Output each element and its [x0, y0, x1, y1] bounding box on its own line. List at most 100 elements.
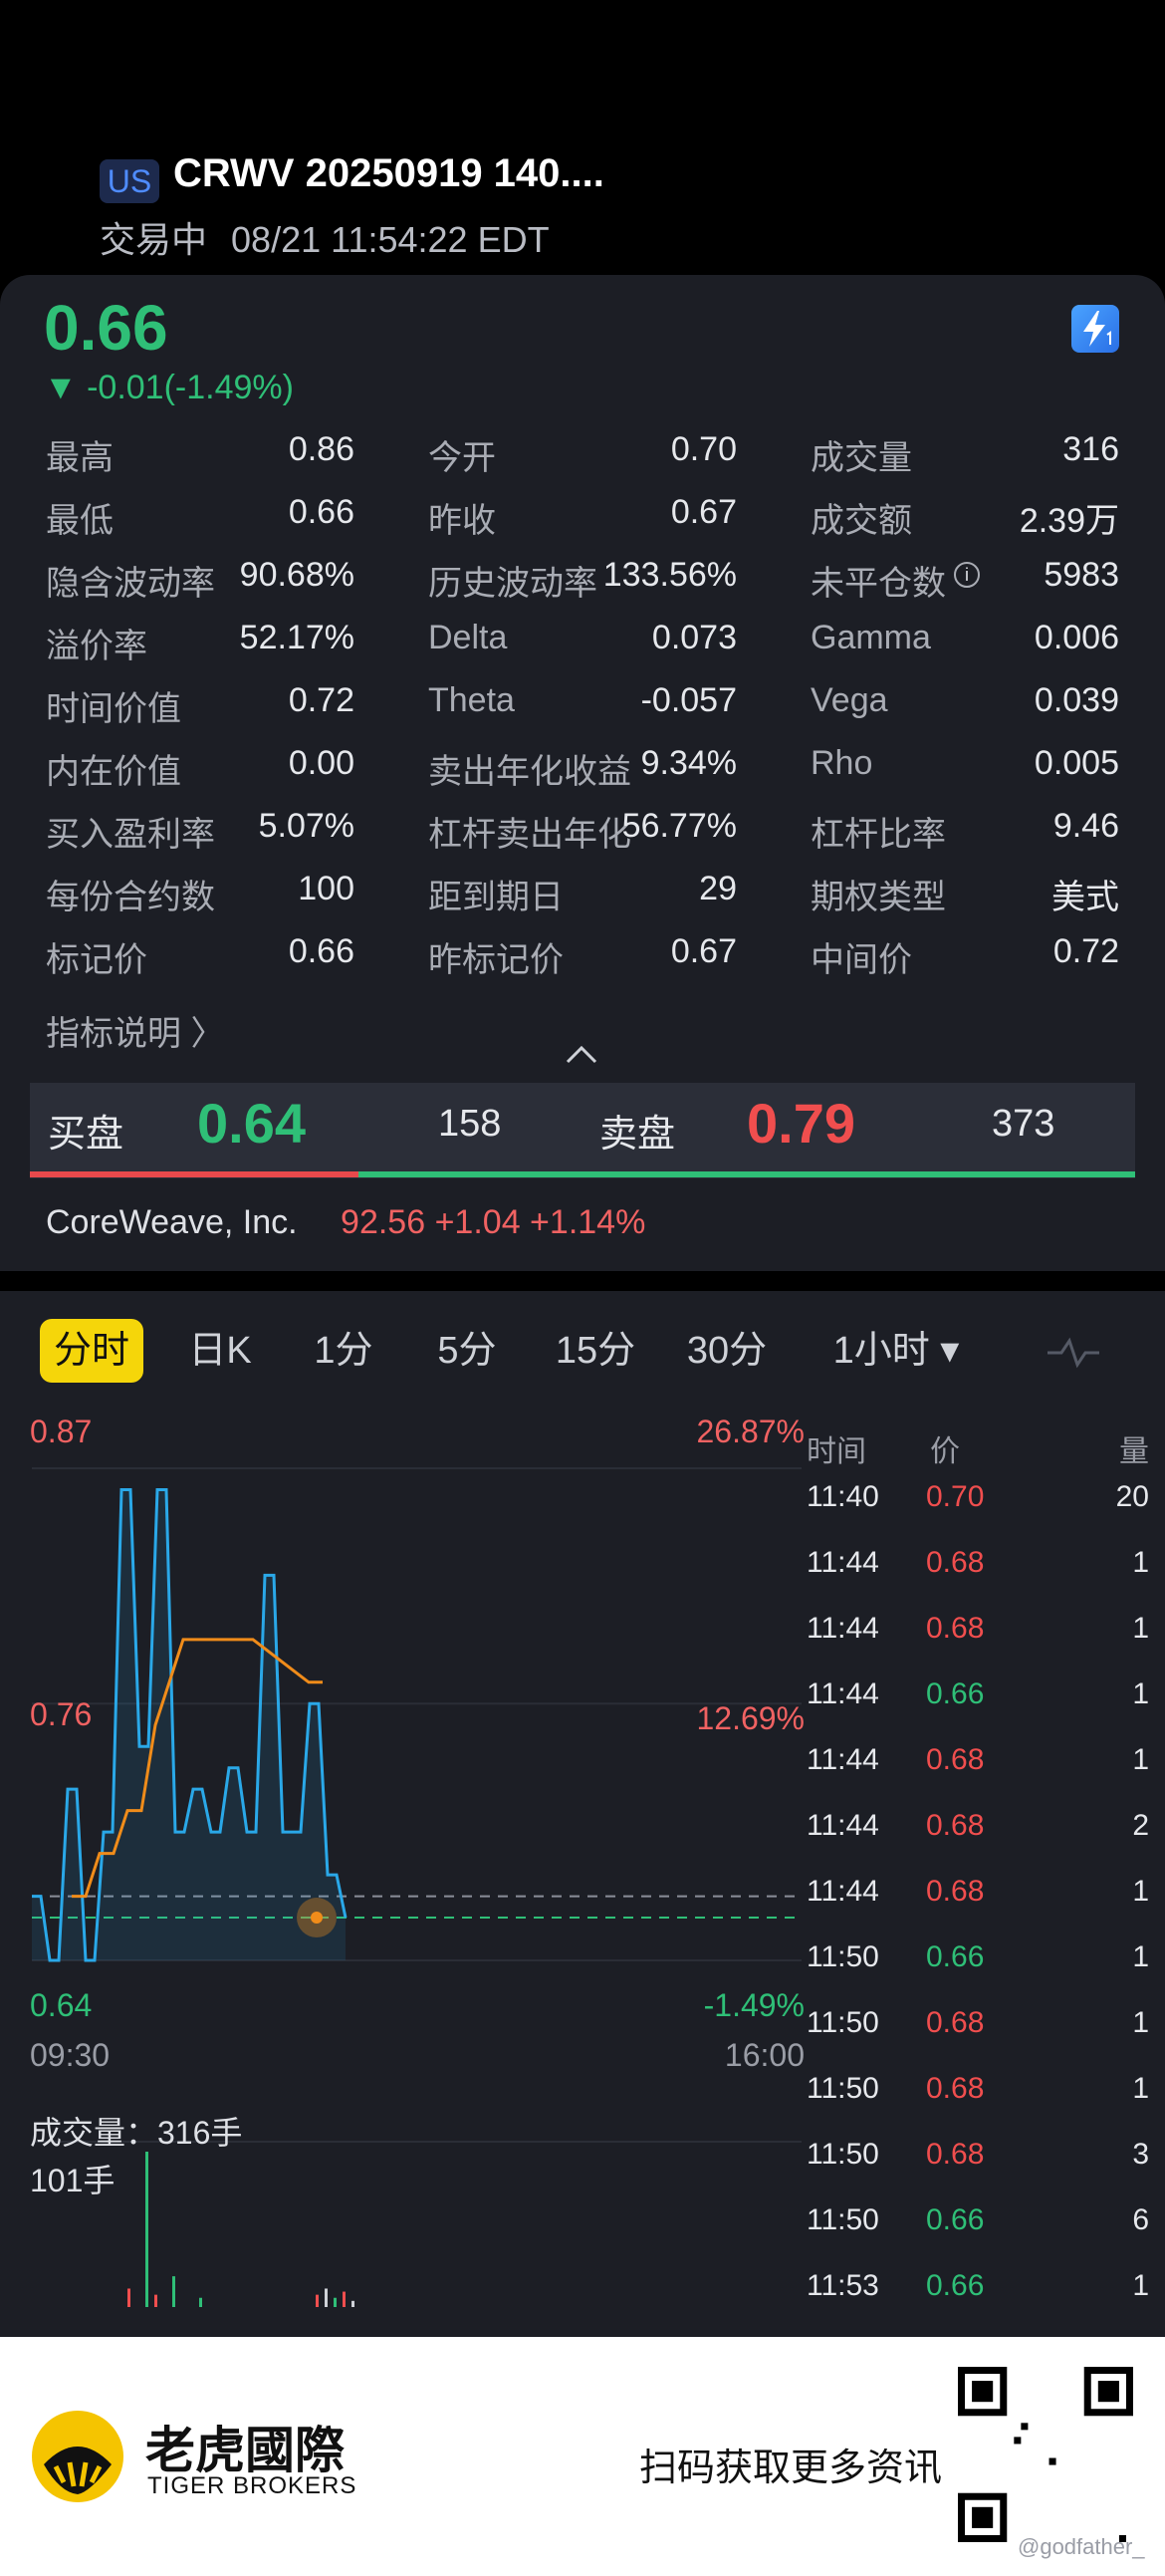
- brand-name-en: TIGER BROKERS: [147, 2472, 357, 2499]
- qr-module: [1014, 2437, 1022, 2445]
- stat-label: 历史波动率: [428, 565, 597, 603]
- ask-price: 0.79: [747, 1092, 855, 1155]
- stat-value: 52.17%: [239, 619, 354, 656]
- trade-time: 11:44: [807, 1546, 879, 1579]
- trade-price: 0.68: [926, 2072, 985, 2105]
- intraday-chart[interactable]: 0.87 0.76 0.64 26.87% 12.69% -1.49% 09:30 16:00: [0, 1395, 816, 2331]
- bid-ask-bar[interactable]: 买盘 0.64 158 卖盘 0.79 373: [30, 1083, 1135, 1178]
- trade-volume: 1: [1132, 2269, 1149, 2302]
- stat-label: 中间价: [811, 941, 912, 979]
- tab-5[interactable]: 15分: [546, 1319, 645, 1383]
- lightning-trade-icon[interactable]: [1071, 305, 1119, 353]
- stat-label: 最低: [46, 502, 114, 540]
- stat-value: 5983: [1044, 556, 1119, 594]
- stat-value: 9.46: [1052, 807, 1119, 845]
- qr-module: [1021, 2423, 1029, 2431]
- trade-row: 11:50 0.68 3: [807, 2138, 1149, 2178]
- trade-time: 11:40: [807, 1480, 879, 1513]
- contract-title[interactable]: CRWV 20250919 140....: [173, 151, 604, 196]
- collapse-caret-icon[interactable]: [564, 1042, 599, 1066]
- tab-2[interactable]: 日K: [175, 1319, 265, 1383]
- trade-volume: 1: [1132, 1940, 1149, 1973]
- stat-label: Rho: [811, 744, 873, 782]
- stat-value: 2.39万: [1019, 502, 1119, 540]
- stat-label: 内在价值: [46, 753, 181, 791]
- trade-volume: 2: [1132, 1809, 1149, 1842]
- y-axis-mid-price: 0.76: [30, 1696, 92, 1732]
- trade-time: 11:44: [807, 1677, 879, 1710]
- tab-3[interactable]: 1分: [299, 1319, 388, 1383]
- trade-price: 0.68: [926, 1612, 985, 1645]
- trade-time: 11:50: [807, 1940, 879, 1973]
- stat-13: 时间价值 0.72: [46, 681, 354, 728]
- stat-value: 0.72: [1052, 932, 1119, 970]
- stat-label: 昨收: [428, 502, 496, 540]
- tab-6[interactable]: 30分: [677, 1319, 777, 1383]
- watermark: @godfather_: [1018, 2534, 1145, 2559]
- market-badge: US: [100, 159, 159, 203]
- volume-title: 成交量：316手: [30, 2115, 243, 2151]
- indicator-explanation-link[interactable]: 指标说明 〉: [46, 1006, 224, 1055]
- trade-price: 0.68: [926, 2138, 985, 2171]
- trade-volume: 1: [1132, 2072, 1149, 2105]
- stat-26: 昨标记价 0.67: [428, 932, 737, 979]
- volume-bar: [316, 2294, 319, 2307]
- x-axis-end: 16:00: [725, 2037, 805, 2073]
- indicator-toggle-icon[interactable]: [1046, 1335, 1101, 1371]
- underlying-name: CoreWeave, Inc.: [46, 1203, 298, 1241]
- stat-label: 成交额: [811, 502, 912, 540]
- trade-row: 11:44 0.68 1: [807, 1743, 1149, 1783]
- trade-volume: 20: [1115, 1480, 1149, 1513]
- stat-8: 历史波动率 133.56%: [428, 556, 737, 603]
- tab-4[interactable]: 5分: [422, 1319, 512, 1383]
- trade-price: 0.70: [926, 1480, 985, 1513]
- y-axis-bottom-price: 0.64: [30, 1987, 92, 2023]
- trade-row: 11:50 0.68 1: [807, 2006, 1149, 2046]
- trade-time: 11:44: [807, 1809, 879, 1842]
- stat-20: 杠杆卖出年化 56.77%: [428, 807, 737, 854]
- stat-value: 0.70: [670, 430, 737, 468]
- stat-value: 0.86: [288, 430, 354, 468]
- trade-price: 0.66: [926, 1940, 985, 1973]
- bid-size: 158: [438, 1103, 502, 1145]
- trade-time: 11:50: [807, 2203, 879, 2236]
- trade-time: 11:44: [807, 1875, 879, 1908]
- qr-module: [1048, 2457, 1056, 2465]
- stat-value: 9.34%: [640, 744, 737, 782]
- volume-bar: [325, 2288, 328, 2307]
- stat-19: 买入盈利率 5.07%: [46, 807, 354, 854]
- trade-row: 11:50 0.66 1: [807, 1940, 1149, 1980]
- qr-module: [972, 2506, 994, 2528]
- y-axis-top-price: 0.87: [30, 1414, 92, 1449]
- stat-value: 0.039: [1034, 681, 1119, 719]
- stat-4: 最低 0.66: [46, 493, 354, 540]
- volume-bar: [127, 2288, 130, 2307]
- tab-7[interactable]: 1小时 ▾: [816, 1319, 976, 1383]
- stat-22: 每份合约数 100: [46, 870, 354, 916]
- stat-label: 每份合约数: [46, 879, 215, 916]
- volume-bar: [334, 2297, 337, 2307]
- trade-volume: 1: [1132, 1677, 1149, 1710]
- ask-ratio-bar: [358, 1171, 1135, 1177]
- stat-value: 0.67: [670, 932, 737, 970]
- stat-value: 5.07%: [258, 807, 354, 845]
- stat-17: 卖出年化收益 9.34%: [428, 744, 737, 791]
- volume-bar: [351, 2300, 354, 2307]
- trade-row: 11:44 0.68 1: [807, 1875, 1149, 1915]
- lightning-icon: [1083, 311, 1111, 347]
- tab-1[interactable]: 分时: [40, 1319, 143, 1383]
- trade-time: 11:44: [807, 1743, 879, 1776]
- stat-10: 溢价率 52.17%: [46, 619, 354, 665]
- info-icon[interactable]: i: [954, 562, 980, 588]
- trade-row: 11:44 0.68 1: [807, 1612, 1149, 1652]
- qr-code-icon: [958, 2367, 1133, 2542]
- stat-7: 隐含波动率 90.68%: [46, 556, 354, 603]
- stat-value: 90.68%: [239, 556, 354, 594]
- stat-15: Vega 0.039: [811, 681, 1119, 721]
- stat-label: 隐含波动率: [46, 565, 215, 603]
- volume-bar: [199, 2297, 202, 2307]
- trade-volume: 1: [1132, 2006, 1149, 2039]
- stat-label: 标记价: [46, 941, 147, 979]
- underlying-quote-row[interactable]: CoreWeave, Inc. 92.56 +1.04 +1.14%: [46, 1203, 645, 1242]
- stat-16: 内在价值 0.00: [46, 744, 354, 791]
